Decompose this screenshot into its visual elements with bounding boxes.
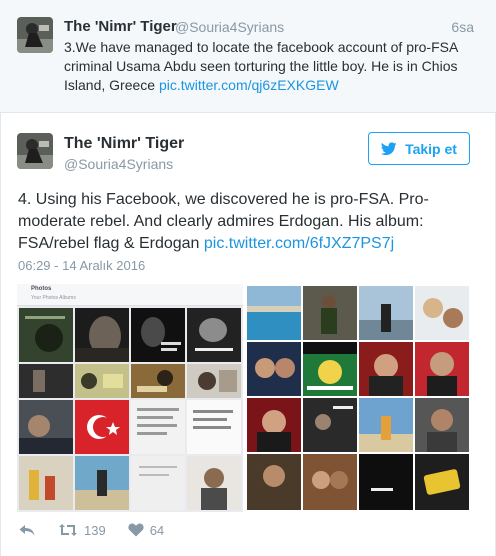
photo-thumbnail <box>303 342 357 396</box>
tweet-actions: 139 64 <box>18 518 186 542</box>
photo-thumbnail <box>247 398 301 452</box>
parent-tweet-text: 3.We have managed to locate the facebook… <box>64 38 474 95</box>
photo-thumbnail <box>75 364 129 398</box>
photo-thumbnail <box>75 456 129 510</box>
main-author-handle[interactable]: @Souria4Syrians <box>64 156 173 172</box>
like-button[interactable]: 64 <box>128 523 164 538</box>
photo-thumbnail <box>415 342 469 396</box>
follow-button-label: Takip et <box>405 140 457 157</box>
parent-tweet-link[interactable]: pic.twitter.com/qj6zEXKGEW <box>159 77 339 93</box>
photo-thumbnail <box>187 400 241 454</box>
parent-avatar[interactable] <box>17 17 53 53</box>
parent-tweet[interactable]: The 'Nimr' Tiger @Souria4Syrians 6sa 3.W… <box>0 0 496 113</box>
heart-icon <box>128 523 144 537</box>
parent-timestamp[interactable]: 6sa <box>451 19 474 35</box>
parent-author-handle[interactable]: @Souria4Syrians <box>175 19 284 35</box>
photo-thumbnail <box>187 364 241 398</box>
photo-thumbnail <box>303 454 357 510</box>
follow-button[interactable]: Takip et <box>368 132 470 165</box>
reply-button[interactable] <box>18 522 36 538</box>
facebook-photos-title: Photos <box>31 286 52 292</box>
photo-thumbnail <box>19 308 73 362</box>
photo-thumbnail <box>75 400 129 454</box>
main-author-name[interactable]: The 'Nimr' Tiger <box>64 135 184 153</box>
main-tweet-link[interactable]: pic.twitter.com/6fJXZ7PS7j <box>204 235 394 252</box>
photo-thumbnail <box>415 398 469 452</box>
photo-thumbnail <box>359 398 413 452</box>
twitter-bird-icon <box>381 141 397 155</box>
photo-thumbnail <box>131 456 185 510</box>
main-tweet-text: 4. Using his Facebook, we discovered he … <box>18 189 480 255</box>
photo-thumbnail <box>187 308 241 362</box>
photo-thumbnail <box>303 286 357 340</box>
retweet-button[interactable]: 139 <box>58 523 106 538</box>
photo-thumbnail <box>359 286 413 340</box>
parent-author-name[interactable]: The 'Nimr' Tiger <box>64 18 177 35</box>
media-image-left[interactable]: Photos Your Photos Albums <box>17 284 243 512</box>
media-image-right[interactable] <box>245 284 471 512</box>
reply-icon <box>19 525 35 536</box>
photo-thumbnail <box>359 342 413 396</box>
tweet-media[interactable]: Photos Your Photos Albums <box>17 284 471 512</box>
photo-thumbnail <box>187 456 241 510</box>
retweet-icon <box>59 524 77 536</box>
photo-thumbnail <box>415 286 469 340</box>
photo-thumbnail <box>19 456 73 510</box>
facebook-photos-header: Photos Your Photos Albums <box>17 284 243 306</box>
photo-thumbnail <box>247 454 301 510</box>
photo-thumbnail <box>131 308 185 362</box>
photo-thumbnail <box>19 364 73 398</box>
facebook-photos-tabs: Your Photos Albums <box>31 295 76 301</box>
photo-thumbnail <box>247 286 301 340</box>
photo-thumbnail <box>247 342 301 396</box>
photo-thumbnail <box>359 454 413 510</box>
photo-thumbnail <box>75 308 129 362</box>
photo-thumbnail <box>19 400 73 454</box>
photo-thumbnail <box>415 454 469 510</box>
retweet-count: 139 <box>84 522 106 538</box>
like-count: 64 <box>149 522 165 538</box>
photo-thumbnail <box>131 364 185 398</box>
main-timestamp[interactable]: 06:29 - 14 Aralık 2016 <box>18 258 145 273</box>
photo-thumbnail <box>131 400 185 454</box>
photo-thumbnail <box>303 398 357 452</box>
main-avatar[interactable] <box>17 133 53 169</box>
